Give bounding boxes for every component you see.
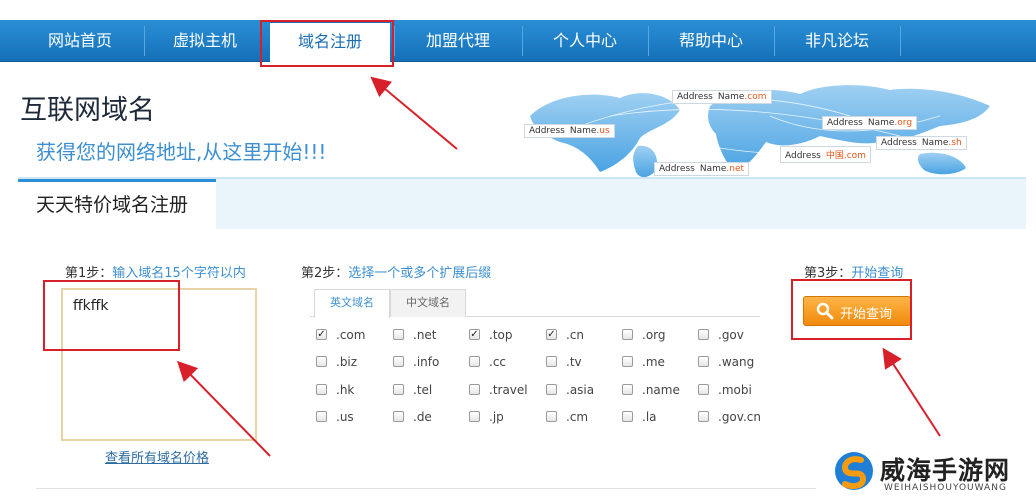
watermark-text: 威海手游网 bbox=[880, 456, 1011, 485]
arrow-to-input bbox=[177, 360, 271, 457]
watermark-subtext: WEIHAISHOUYOUWANG bbox=[884, 483, 1007, 493]
watermark-logo bbox=[833, 450, 875, 496]
arrow-to-nav bbox=[370, 76, 458, 150]
arrow-to-button bbox=[882, 347, 941, 437]
annotation-arrows bbox=[177, 76, 941, 457]
